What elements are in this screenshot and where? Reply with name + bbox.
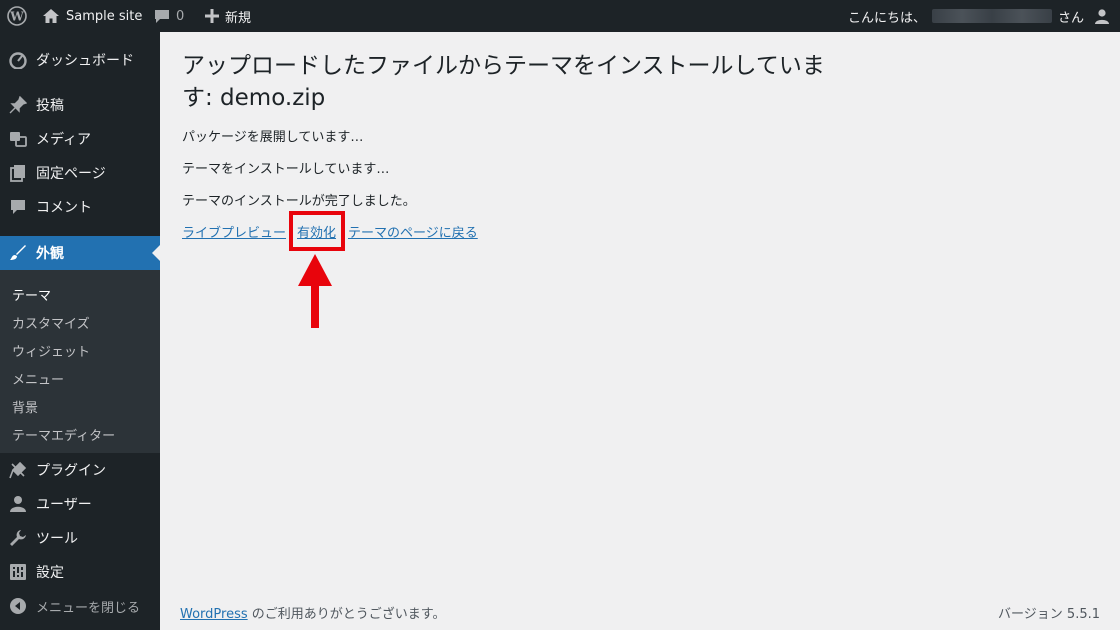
comments-count: 0 <box>176 8 185 24</box>
comment-icon <box>0 198 36 216</box>
submenu-item-menus[interactable]: メニュー <box>12 364 64 392</box>
red-arrow-up-icon <box>298 254 332 328</box>
settings-icon <box>0 563 36 581</box>
new-content-link[interactable]: 新規 <box>205 0 251 32</box>
wordpress-logo-icon[interactable]: W <box>0 0 34 32</box>
new-label: 新規 <box>225 10 252 26</box>
menu-item-users[interactable]: ユーザー <box>0 487 160 521</box>
menu-item-label: コメント <box>36 200 92 216</box>
my-account-link[interactable]: こんにちは、 さん <box>848 0 1120 32</box>
page-title: アップロードしたファイルからテーマをインストールしています: demo.zip <box>182 53 825 111</box>
avatar-icon <box>1094 8 1110 24</box>
menu-item-label: ダッシュボード <box>36 53 134 69</box>
user-icon <box>0 495 36 513</box>
activate-link[interactable]: 有効化 <box>297 222 336 241</box>
site-name-link[interactable]: Sample site <box>42 0 142 32</box>
appearance-submenu: テーマ カスタマイズ ウィジェット メニュー 背景 テーマエディター <box>0 270 160 453</box>
submenu-item-theme-editor[interactable]: テーマエディター <box>12 420 115 448</box>
status-message-installing: テーマをインストールしています… <box>182 162 390 177</box>
comments-link[interactable]: 0 <box>154 0 184 32</box>
plugin-icon <box>0 461 36 479</box>
greeting-suffix: さん <box>1057 10 1084 26</box>
plus-icon <box>205 9 219 23</box>
blurred-username <box>931 9 1052 23</box>
status-message-complete: テーマのインストールが完了しました。 <box>182 194 416 209</box>
menu-item-label: 固定ページ <box>36 166 106 182</box>
collapse-icon <box>0 597 36 615</box>
site-name-label: Sample site <box>66 8 143 24</box>
menu-item-tools[interactable]: ツール <box>0 521 160 555</box>
menu-item-posts[interactable]: 投稿 <box>0 88 160 122</box>
menu-item-label: 外観 <box>36 246 64 262</box>
footer-version: バージョン 5.5.1 <box>998 607 1100 622</box>
svg-text:W: W <box>9 10 24 24</box>
back-to-themes-link[interactable]: テーマのページに戻る <box>348 222 478 241</box>
submenu-item-background[interactable]: 背景 <box>12 392 38 420</box>
submenu-item-widgets[interactable]: ウィジェット <box>12 336 90 364</box>
menu-item-plugins[interactable]: プラグイン <box>0 453 160 487</box>
greeting-text: こんにちは、 <box>847 10 926 26</box>
comment-bubble-icon <box>154 9 170 24</box>
pin-icon <box>0 96 36 114</box>
dashboard-icon <box>0 51 36 69</box>
menu-item-media[interactable]: メディア <box>0 122 160 156</box>
submenu-item-customize[interactable]: カスタマイズ <box>12 308 90 336</box>
home-icon <box>42 8 60 24</box>
menu-item-appearance[interactable]: 外観 <box>0 236 160 270</box>
admin-bar: W Sample site 0 新規 こんにちは、 さん <box>0 0 1120 32</box>
main-content: アップロードしたファイルからテーマをインストールしています: demo.zip … <box>160 32 1120 630</box>
live-preview-link[interactable]: ライブプレビュー <box>182 222 286 241</box>
brush-icon <box>0 244 36 262</box>
menu-item-label: ユーザー <box>36 497 92 513</box>
menu-item-label: メディア <box>36 132 92 148</box>
wrench-icon <box>0 529 36 547</box>
wordpress-link[interactable]: WordPress <box>180 607 248 622</box>
media-icon <box>0 130 36 148</box>
pages-icon <box>0 164 36 182</box>
footer-thanks-text: のご利用ありがとうございます。 <box>247 607 446 622</box>
menu-item-label: ツール <box>36 531 78 547</box>
menu-item-comments[interactable]: コメント <box>0 190 160 224</box>
admin-menu: ダッシュボード 投稿 メディア 固定ページ コメント 外観 テーマ カスタマイズ… <box>0 32 160 630</box>
menu-item-pages[interactable]: 固定ページ <box>0 156 160 190</box>
menu-item-label: プラグイン <box>36 463 106 479</box>
collapse-menu-button[interactable]: メニューを閉じる <box>0 589 160 623</box>
menu-item-label: 投稿 <box>36 98 64 114</box>
menu-item-dashboard[interactable]: ダッシュボード <box>0 43 160 77</box>
collapse-label: メニューを閉じる <box>36 600 141 616</box>
status-message-unpacking: パッケージを展開しています… <box>182 130 364 145</box>
menu-item-label: 設定 <box>36 565 64 581</box>
footer-thanks: WordPress のご利用ありがとうございます。 <box>180 603 445 622</box>
submenu-item-themes[interactable]: テーマ <box>12 280 51 308</box>
menu-item-settings[interactable]: 設定 <box>0 555 160 589</box>
